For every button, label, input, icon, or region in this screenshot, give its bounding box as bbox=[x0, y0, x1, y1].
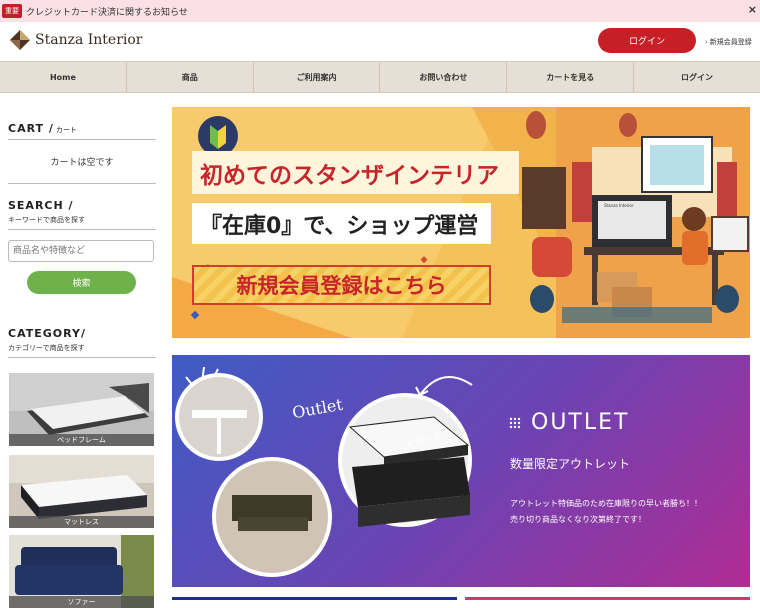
category-title: CATEGORY/ bbox=[8, 327, 86, 340]
notice-badge: 重要 bbox=[2, 4, 22, 18]
logo[interactable]: Stanza Interior bbox=[9, 29, 143, 51]
category-card-sofa[interactable]: ソファー bbox=[9, 535, 154, 608]
category-card-bed-frame[interactable]: ベッドフレーム bbox=[9, 373, 154, 446]
logo-text: Stanza Interior bbox=[35, 32, 143, 48]
cart-empty-text: カートは空です bbox=[50, 158, 114, 168]
nav-item-products[interactable]: 商品 bbox=[127, 62, 254, 92]
divider bbox=[8, 229, 156, 230]
notice-bar: 重要 クレジットカード決済に関するお知らせ × bbox=[0, 0, 760, 22]
category-label: マットレス bbox=[9, 516, 154, 528]
banner-first-time[interactable]: 初めてのスタンザインテリア 『在庫0』で、ショップ運営 新規会員登録はこちら S… bbox=[172, 107, 750, 338]
close-icon[interactable]: × bbox=[748, 3, 757, 16]
nav-item-contact[interactable]: お問い合わせ bbox=[380, 62, 508, 92]
banner-outlet[interactable]: Outlet +セット OUTLET 数量限定アウトレット アウトレット特価品の… bbox=[172, 355, 750, 587]
login-button[interactable]: ログイン bbox=[598, 28, 696, 53]
category-subtitle: カテゴリーで商品を探す bbox=[8, 344, 85, 352]
register-label: 新規会員登録 bbox=[709, 38, 752, 46]
banner-outlet-subtitle: 数量限定アウトレット bbox=[510, 457, 631, 471]
nav-item-home[interactable]: Home bbox=[0, 62, 127, 92]
cart-title: CART / カート bbox=[8, 122, 156, 135]
divider bbox=[8, 139, 156, 140]
banner-outlet-heading: OUTLET bbox=[509, 410, 629, 435]
dots-grid-icon bbox=[509, 417, 521, 428]
category-label: ソファー bbox=[9, 596, 154, 608]
notice-link[interactable]: クレジットカード決済に関するお知らせ bbox=[26, 5, 188, 18]
cart-section: CART / カート カートは空です bbox=[8, 122, 156, 184]
site-header: Stanza Interior ログイン › 新規会員登録 bbox=[0, 22, 760, 61]
divider bbox=[8, 183, 156, 184]
nav-item-guide[interactable]: ご利用案内 bbox=[254, 62, 381, 92]
banner-register-cta[interactable]: 新規会員登録はこちら bbox=[192, 265, 491, 305]
banner-screen-logo: Stanza Interior bbox=[604, 203, 634, 208]
logo-mark-icon bbox=[10, 30, 30, 50]
banner-outlet-desc-2: 売り切り商品なくなり次第終了です！ bbox=[510, 515, 646, 524]
nav-item-cart[interactable]: カートを見る bbox=[507, 62, 635, 92]
chevron-right-icon: › bbox=[705, 38, 708, 46]
divider bbox=[8, 357, 156, 358]
search-button[interactable]: 検索 bbox=[27, 271, 136, 294]
search-input[interactable] bbox=[8, 240, 154, 262]
search-subtitle: キーワードで商品を探す bbox=[8, 216, 85, 224]
cart-title-sub: カート bbox=[55, 126, 77, 134]
category-section: CATEGORY/ カテゴリーで商品を探す bbox=[8, 327, 156, 358]
global-nav: Home 商品 ご利用案内 お問い合わせ カートを見る ログイン bbox=[0, 61, 760, 93]
banner-first-time-line1: 初めてのスタンザインテリア bbox=[192, 151, 519, 194]
search-section: SEARCH / キーワードで商品を探す 検索 bbox=[8, 199, 156, 294]
nav-item-login[interactable]: ログイン bbox=[634, 62, 760, 92]
register-link[interactable]: › 新規会員登録 bbox=[705, 37, 752, 47]
cart-title-text: CART / bbox=[8, 122, 54, 135]
banner-outlet-title: OUTLET bbox=[531, 410, 630, 435]
category-label: ベッドフレーム bbox=[9, 434, 154, 446]
banner-outlet-art bbox=[175, 366, 473, 577]
search-title: SEARCH / bbox=[8, 199, 74, 212]
category-card-mattress[interactable]: マットレス bbox=[9, 455, 154, 528]
banner-outlet-desc-1: アウトレット特価品のため在庫限りの早い者勝ち！！ bbox=[510, 499, 702, 508]
banner-first-time-line2: 『在庫0』で、ショップ運営 bbox=[192, 203, 491, 244]
